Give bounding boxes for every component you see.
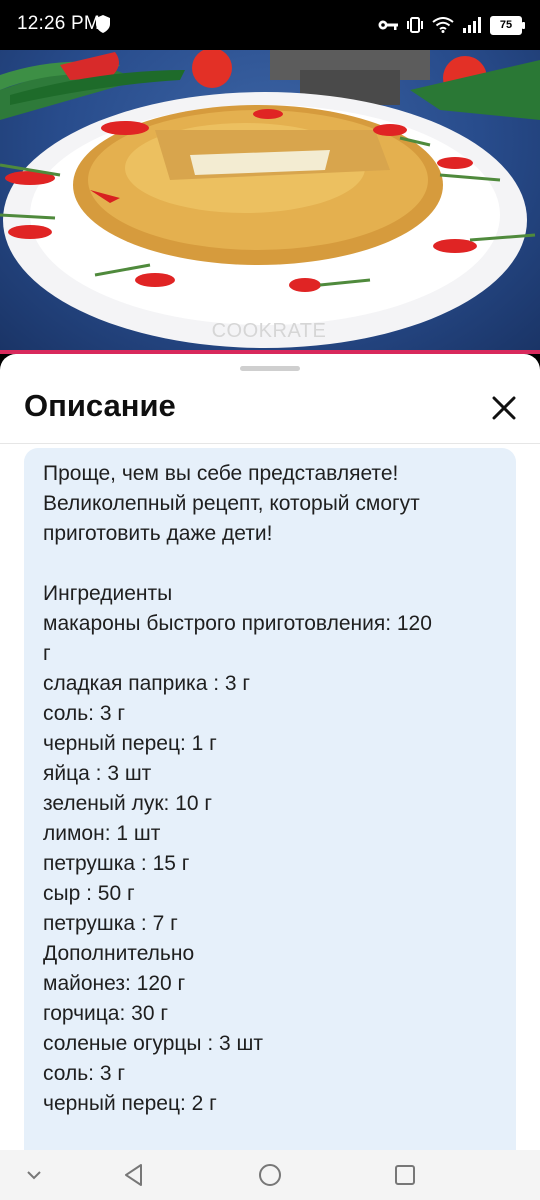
description-line: петрушка : 7 г — [43, 912, 178, 935]
sheet-title: Описание — [24, 388, 176, 423]
status-bar: 12:26 PM 75 — [0, 0, 540, 50]
description-line: зеленый лук: 10 г — [43, 792, 213, 815]
video-watermark: COOKRATE — [212, 320, 327, 342]
vibrate-icon — [407, 17, 423, 33]
description-line: Ингредиенты — [43, 582, 173, 605]
home-icon[interactable] — [253, 1158, 287, 1192]
description-line: Великолепный рецепт, который смогут — [43, 492, 420, 515]
battery-icon: 75 — [490, 15, 525, 35]
description-line: черный перец: 2 г — [43, 1092, 217, 1115]
description-line: приготовить даже дети! — [43, 522, 273, 545]
drag-handle[interactable] — [240, 366, 300, 371]
close-icon[interactable] — [484, 388, 524, 428]
description-line: соленые огурцы : 3 шт — [43, 1032, 263, 1055]
close-button[interactable] — [484, 388, 524, 428]
food-image: COOKRATE — [0, 50, 540, 348]
status-time: 12:26 PM — [17, 13, 100, 34]
signal-icon — [463, 17, 481, 33]
description-line: Дополнительно — [43, 942, 195, 965]
description-sheet: Описание Проще, чем вы себе представляет… — [0, 354, 540, 1150]
divider — [0, 443, 540, 444]
description-line: макароны быстрого приготовления: 120 — [43, 612, 432, 635]
system-nav-bar — [0, 1150, 540, 1200]
description-line: соль: 3 г — [43, 1062, 125, 1085]
chevron-down-icon[interactable] — [17, 1158, 51, 1192]
description-line: черный перец: 1 г — [43, 732, 217, 755]
back-icon[interactable] — [117, 1158, 151, 1192]
wifi-icon — [432, 17, 454, 33]
description-text-box: Проще, чем вы себе представляете! Велико… — [24, 448, 516, 1150]
video-thumbnail[interactable]: COOKRATE — [0, 50, 540, 352]
description-line: Проще, чем вы себе представляете! — [43, 462, 399, 485]
description-line: сыр : 50 г — [43, 882, 135, 905]
description-line: яйца : 3 шт — [43, 762, 152, 785]
recents-icon[interactable] — [388, 1158, 422, 1192]
description-line: г — [43, 642, 51, 665]
shield-icon — [96, 15, 110, 33]
description-line: майонез: 120 г — [43, 972, 186, 995]
description-line: сладкая паприка : 3 г — [43, 672, 251, 695]
status-icons: 75 — [378, 14, 525, 36]
description-line: горчица: 30 г — [43, 1002, 168, 1025]
description-line: соль: 3 г — [43, 702, 125, 725]
description-line: петрушка : 15 г — [43, 852, 190, 875]
description-line: лимон: 1 шт — [43, 822, 161, 845]
key-icon — [378, 20, 398, 30]
